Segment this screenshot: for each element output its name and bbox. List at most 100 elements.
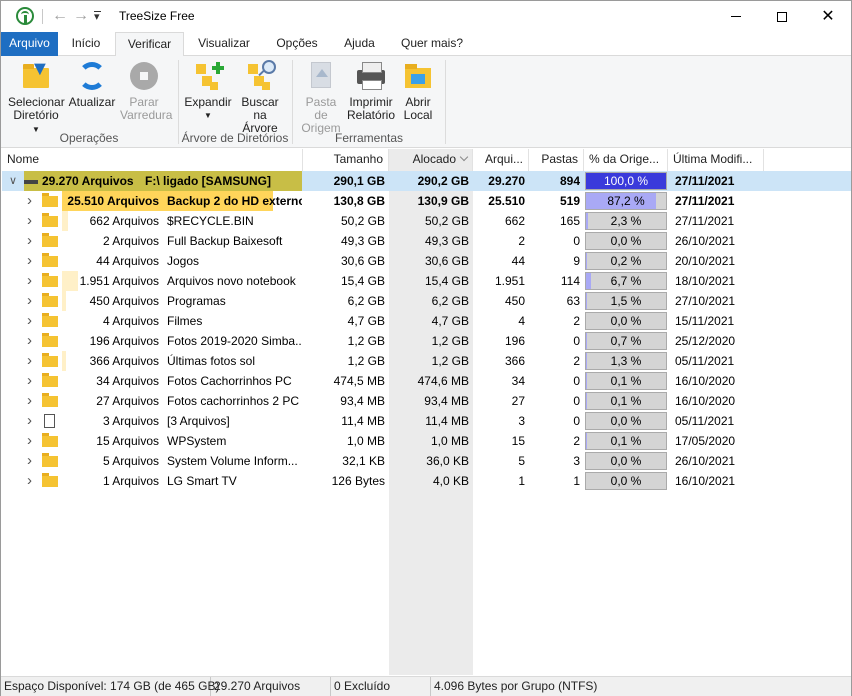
cell-folders: 63 [566, 294, 580, 308]
header-name[interactable]: Nome [2, 149, 303, 171]
cell-files: 662 [504, 214, 525, 228]
cell-allocated: 1,2 GB [431, 354, 469, 368]
table-row[interactable]: › 2 Arquivos Full Backup Baixesoft 49,3 GB 4… [2, 231, 851, 251]
table-row[interactable]: › 25.510 Arquivos Backup 2 do HD externo 13… [2, 191, 851, 211]
cell-files: 15 [511, 434, 525, 448]
close-button[interactable]: ✕ [805, 1, 851, 32]
header-folders[interactable]: Pastas [529, 149, 584, 171]
cell-size: 6,2 GB [347, 294, 385, 308]
status-cluster: 4.096 Bytes por Grupo (NTFS) [434, 679, 598, 693]
header-percent[interactable]: % da Orige... [584, 149, 668, 171]
cell-size: 50,2 GB [340, 214, 385, 228]
header-size[interactable]: Tamanho [303, 149, 389, 171]
ribbon: ▼ Selecionar Diretório ▼ Atualizar Parar… [1, 56, 851, 148]
expand-label: Expandir [184, 95, 232, 109]
parent-folder-icon [305, 60, 337, 92]
header-files[interactable]: Arqui... [473, 149, 529, 171]
percent-bar: 0,0 % [585, 472, 667, 490]
percent-text: 100,0 % [603, 174, 649, 188]
cell-size: 49,3 GB [340, 234, 385, 248]
maximize-icon [777, 11, 787, 22]
cell-allocated: 1,2 GB [431, 334, 469, 348]
explorer-icon [402, 60, 434, 92]
search-tree-button[interactable]: Buscar na Árvore [234, 60, 286, 135]
table-row[interactable]: › 44 Arquivos Jogos 30,6 GB 30,6 GB 44 9 20/10/… [2, 251, 851, 271]
table-row[interactable]: › 1.951 Arquivos Arquivos novo notebook 15,… [2, 271, 851, 291]
cell-file-count: 196 Arquivos [89, 334, 159, 348]
tab-inicio[interactable]: Início [58, 32, 114, 56]
percent-text: 0,0 % [610, 454, 642, 468]
select-directory-button[interactable]: ▼ Selecionar Diretório ▼ [8, 59, 65, 136]
cell-modified: 27/11/2021 [675, 194, 735, 208]
print-report-button[interactable]: Imprimir Relatório [347, 60, 395, 122]
cell-file-count: 25.510 Arquivos [67, 194, 159, 208]
header-allocated[interactable]: Alocado [389, 149, 473, 171]
percent-bar: 0,0 % [585, 232, 667, 250]
table-row[interactable]: › 27 Arquivos Fotos cachorrinhos 2 PC 93,4 … [2, 391, 851, 411]
cell-file-count: 15 Arquivos [96, 434, 159, 448]
cell-modified: 27/10/2021 [675, 294, 736, 308]
maximize-button[interactable] [759, 1, 805, 32]
cell-allocated: 6,2 GB [431, 294, 469, 308]
parent-folder-button[interactable]: Pasta de Origem [298, 60, 344, 135]
percent-text: 0,7 % [610, 334, 642, 348]
cell-allocated: 93,4 MB [424, 394, 469, 408]
cell-allocated: 4,7 GB [431, 314, 469, 328]
tab-quer-mais[interactable]: Quer mais? [391, 32, 473, 56]
table-row[interactable]: › 662 Arquivos $RECYCLE.BIN 50,2 GB 50,2 GB 6… [2, 211, 851, 231]
table-row[interactable]: › 196 Arquivos Fotos 2019-2020 Simba... 1,2… [2, 331, 851, 351]
refresh-icon [76, 60, 108, 92]
group-tree-label: Árvore de Diretórios [181, 131, 289, 145]
table-row[interactable]: › 4 Arquivos Filmes 4,7 GB 4,7 GB 4 2 15/11/202… [2, 311, 851, 331]
stop-scan-button[interactable]: Parar Varredura [120, 60, 172, 122]
table-row[interactable]: › 34 Arquivos Fotos Cachorrinhos PC 474,5 M… [2, 371, 851, 391]
status-bar: Espaço Disponível: 174 GB (de 465 GB) 29… [1, 676, 851, 696]
table-row[interactable]: › 1 Arquivos LG Smart TV 126 Bytes 4,0 KB 1 1 1… [2, 471, 851, 491]
expand-button[interactable]: Expandir ▼ [183, 60, 233, 122]
cell-size: 11,4 MB [341, 414, 385, 428]
quick-access-dropdown-icon[interactable]: ▾ [94, 7, 101, 27]
refresh-button[interactable]: Atualizar [67, 60, 117, 109]
table-row[interactable]: › 3 Arquivos [3 Arquivos] 11,4 MB 11,4 MB 3 0 0… [2, 411, 851, 431]
header-modified[interactable]: Última Modifi... [668, 149, 764, 171]
cell-folders: 0 [573, 394, 580, 408]
cell-modified: 27/11/2021 [675, 214, 735, 228]
tab-visualizar[interactable]: Visualizar [185, 32, 263, 56]
percent-bar: 6,7 % [585, 272, 667, 290]
minimize-button[interactable] [713, 1, 759, 32]
cell-name: F:\ ligado [SAMSUNG] [145, 174, 271, 188]
table-row[interactable]: › 366 Arquivos Últimas fotos sol 1,2 GB 1,2 … [2, 351, 851, 371]
tab-verificar[interactable]: Verificar [115, 32, 184, 57]
chevron-down-icon[interactable]: ∨ [9, 171, 17, 191]
cell-modified: 16/10/2021 [675, 474, 736, 488]
back-arrow-icon[interactable]: ← [52, 6, 68, 26]
cell-allocated: 50,2 GB [424, 214, 469, 228]
tab-ajuda[interactable]: Ajuda [331, 32, 388, 56]
open-local-button[interactable]: Abrir Local [398, 60, 438, 122]
percent-bar: 0,1 % [585, 392, 667, 410]
tab-arquivo[interactable]: Arquivo [1, 32, 58, 56]
cell-name: [3 Arquivos] [167, 414, 230, 428]
treesize-logo-icon[interactable] [16, 7, 34, 25]
cell-file-count: 1.951 Arquivos [79, 274, 159, 288]
cell-name: System Volume Inform... [167, 454, 298, 468]
cell-allocated: 15,4 GB [424, 274, 469, 288]
table-row[interactable]: › 15 Arquivos WPSystem 1,0 MB 1,0 MB 15 2 17/05… [2, 431, 851, 451]
table-row[interactable]: › 450 Arquivos Programas 6,2 GB 6,2 GB 450 63 2… [2, 291, 851, 311]
table-row[interactable]: ∨ 29.270 Arquivos F:\ ligado [SAMSUNG] 290,… [2, 171, 851, 191]
cell-folders: 9 [573, 254, 580, 268]
cell-modified: 18/10/2021 [675, 274, 736, 288]
tab-opcoes[interactable]: Opções [263, 32, 331, 56]
percent-text: 0,1 % [610, 374, 642, 388]
percent-bar: 0,0 % [585, 452, 667, 470]
cell-size: 30,6 GB [340, 254, 385, 268]
table-row[interactable]: › 5 Arquivos System Volume Inform... 32,1 K… [2, 451, 851, 471]
cell-name: LG Smart TV [167, 474, 237, 488]
percent-bar: 0,0 % [585, 412, 667, 430]
cell-modified: 25/12/2020 [675, 334, 736, 348]
cell-files: 34 [511, 374, 525, 388]
cell-folders: 0 [573, 414, 580, 428]
forward-arrow-icon[interactable]: → [73, 6, 89, 26]
cell-files: 44 [511, 254, 525, 268]
cell-name: Fotos Cachorrinhos PC [167, 374, 292, 388]
